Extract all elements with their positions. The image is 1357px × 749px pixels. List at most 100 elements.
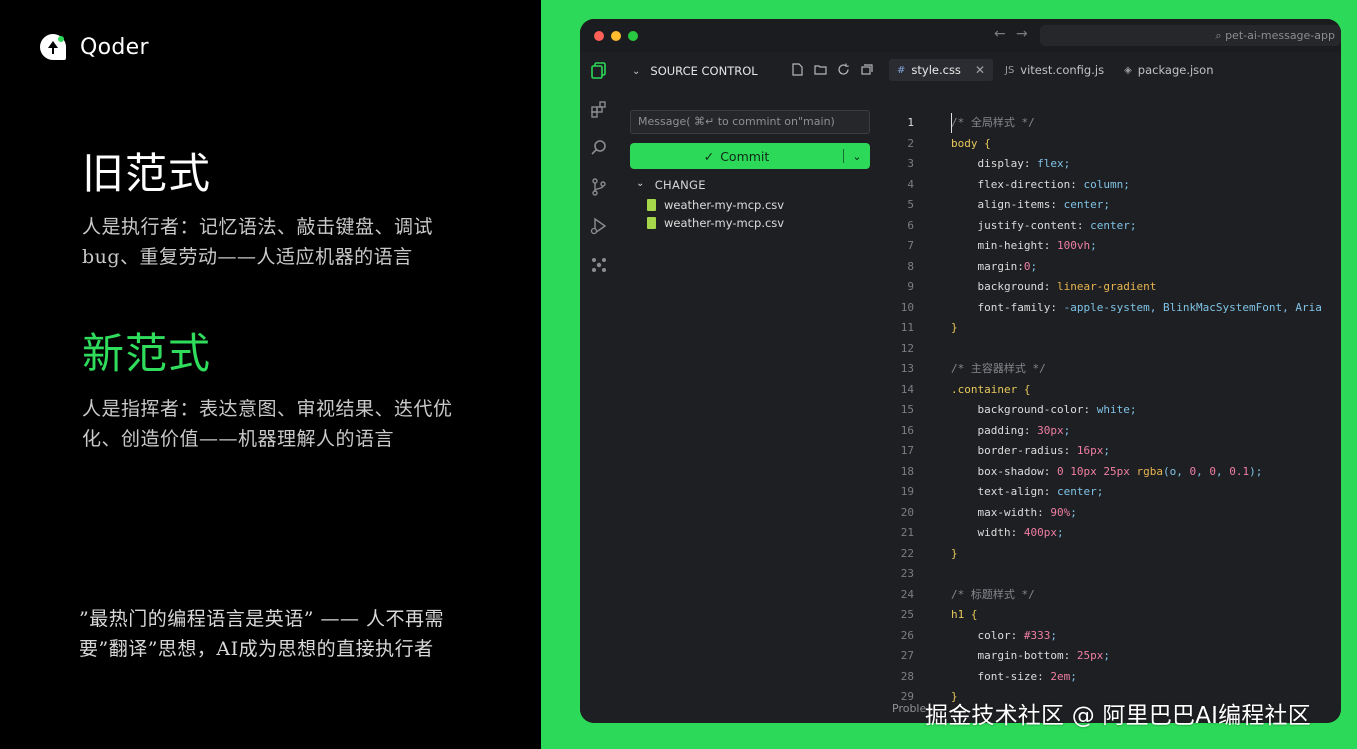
code-area[interactable]: 1/* 全局样式 */2 body {3 display: flex; 4 flex…	[880, 113, 1341, 713]
refresh-icon[interactable]	[836, 62, 851, 77]
code-text: text-align: center;	[977, 485, 1104, 498]
code-line[interactable]: 14 .container {	[880, 380, 1341, 401]
line-number: 24	[900, 587, 914, 601]
code-text: .container {	[951, 382, 1031, 396]
code-line[interactable]: 25 h1 {	[880, 605, 1341, 626]
brand-name: Qoder	[80, 34, 149, 60]
code-text: max-width: 90%;	[977, 505, 1077, 519]
line-number: 19	[900, 485, 914, 498]
source-control-actions	[790, 62, 874, 77]
qoder-logo-icon	[40, 34, 66, 60]
chevron-down-icon[interactable]: ⌄	[636, 178, 645, 192]
code-line[interactable]: 21 width: 400px;	[880, 523, 1341, 544]
close-tab-icon[interactable]: ✕	[975, 63, 985, 77]
title-bar: ← → ⌕ pet-ai-message-app	[580, 19, 1341, 52]
agent-network-icon[interactable]	[589, 255, 609, 275]
chevron-down-icon[interactable]: ⌄	[632, 66, 640, 77]
line-number: 25	[900, 608, 914, 621]
changes-header[interactable]: ⌄ CHANGE	[636, 178, 706, 192]
problems-label[interactable]: Proble	[892, 702, 926, 715]
code-line[interactable]: 15 background-color: white;	[880, 400, 1341, 421]
code-line[interactable]: 19 text-align: center;	[880, 482, 1341, 503]
line-number: 21	[900, 526, 914, 539]
code-line[interactable]: 11}	[880, 318, 1341, 339]
code-text: /* 标题样式 */	[951, 587, 1035, 601]
code-line[interactable]: 10 font-family: -apple-system, BlinkMacS…	[880, 298, 1341, 319]
minimize-window-button[interactable]	[611, 31, 621, 41]
run-debug-icon[interactable]	[589, 216, 609, 236]
code-text: }	[951, 321, 958, 334]
line-number: 12	[900, 341, 914, 355]
code-line[interactable]: 17 border-radius: 16px;	[880, 441, 1341, 462]
source-control-sidebar: ⌄ SOURCE CONTROL Message( ⌘↵ to commint …	[618, 52, 880, 723]
code-line[interactable]: 12	[880, 339, 1341, 360]
line-number: 26	[900, 628, 914, 642]
csv-file-icon	[647, 199, 656, 211]
code-line[interactable]: 1 /* 全局样式 */	[880, 113, 1341, 134]
code-line[interactable]: 26 color: #333;	[880, 626, 1341, 647]
back-arrow-icon[interactable]: ←	[994, 26, 1006, 42]
code-text: box-shadow: 0 10px 25px rgba(o, 0, 0, 0.…	[977, 464, 1263, 478]
code-text: display: flex;	[977, 157, 1071, 170]
source-control-files-icon[interactable]	[589, 60, 609, 80]
code-line[interactable]: 16 padding: 30px;	[880, 421, 1341, 442]
commit-main-action[interactable]: ✓ Commit	[630, 143, 843, 169]
tab-style-css[interactable]: # style.css ✕	[889, 59, 993, 81]
line-number: 28	[900, 669, 914, 683]
code-line[interactable]: 4 flex-direction: column;	[880, 175, 1341, 196]
code-line[interactable]: 3 display: flex;	[880, 154, 1341, 175]
tab-package-json[interactable]: ◈ package.json	[1116, 59, 1221, 81]
close-window-button[interactable]	[594, 31, 604, 41]
git-branch-icon[interactable]	[589, 177, 609, 197]
changes-title: CHANGE	[654, 178, 706, 192]
slide-left-panel: Qoder 旧范式 人是执行者：记忆语法、敲击键盘、调试bug、重复劳动——人适…	[0, 0, 541, 749]
text-caret	[951, 113, 952, 133]
command-search-input[interactable]: ⌕ pet-ai-message-app	[1040, 25, 1341, 46]
extensions-icon[interactable]	[589, 99, 609, 119]
commit-dropdown-chevron-icon[interactable]: ⌄	[844, 150, 870, 163]
search-icon[interactable]	[589, 138, 609, 158]
code-text: padding: 30px;	[977, 423, 1071, 437]
commit-message-input[interactable]: Message( ⌘↵ to commint on"main)	[630, 110, 870, 134]
code-line[interactable]: 20 max-width: 90%;	[880, 503, 1341, 524]
forward-arrow-icon[interactable]: →	[1016, 26, 1028, 42]
check-icon: ✓	[703, 148, 715, 164]
code-line[interactable]: 18 box-shadow: 0 10px 25px rgba(o, 0, 0,…	[880, 462, 1341, 483]
line-number: 11	[900, 321, 914, 334]
commit-button[interactable]: ✓ Commit ⌄	[630, 143, 870, 169]
line-number: 5	[907, 198, 914, 211]
code-line[interactable]: 2 body {	[880, 134, 1341, 155]
code-line[interactable]: 6 justify-content: center;	[880, 216, 1341, 237]
line-number: 18	[900, 464, 914, 478]
code-line[interactable]: 23	[880, 564, 1341, 585]
code-line[interactable]: 8 margin:0;	[880, 257, 1341, 278]
line-number: 8	[907, 259, 914, 273]
code-line[interactable]: 27 margin-bottom: 25px;	[880, 646, 1341, 667]
tab-label: vitest.config.js	[1020, 63, 1105, 77]
changed-file-item[interactable]: weather-my-mcp.csv	[647, 198, 784, 212]
line-number: 3	[907, 157, 914, 170]
activity-bar	[580, 52, 618, 723]
json-file-icon: ◈	[1124, 64, 1132, 76]
code-line[interactable]: 13 /* 主容器样式 */	[880, 359, 1341, 380]
new-folder-icon[interactable]	[813, 62, 828, 77]
code-line[interactable]: 5 align-items: center;	[880, 195, 1341, 216]
tab-vitest-config[interactable]: JS vitest.config.js	[997, 59, 1112, 81]
collapse-all-icon[interactable]	[859, 62, 874, 77]
code-line[interactable]: 24 /* 标题样式 */	[880, 585, 1341, 606]
line-number: 1	[907, 116, 914, 129]
code-line[interactable]: 28 font-size: 2em;	[880, 667, 1341, 688]
source-control-title: SOURCE CONTROL	[650, 64, 758, 78]
line-number: 2	[907, 136, 914, 150]
new-file-icon[interactable]	[790, 62, 805, 77]
maximize-window-button[interactable]	[628, 31, 638, 41]
code-text: font-size: 2em;	[977, 669, 1077, 683]
line-number: 22	[900, 546, 914, 560]
code-line[interactable]: 22}	[880, 544, 1341, 565]
code-text: margin-bottom: 25px;	[977, 649, 1110, 662]
changed-file-item[interactable]: weather-my-mcp.csv	[647, 216, 784, 230]
source-control-header[interactable]: ⌄ SOURCE CONTROL	[632, 64, 758, 78]
old-paradigm-description: 人是执行者：记忆语法、敲击键盘、调试bug、重复劳动——人适应机器的语言	[82, 216, 434, 268]
code-line[interactable]: 7 min-height: 100vh;	[880, 236, 1341, 257]
code-line[interactable]: 9 background: linear-gradient	[880, 277, 1341, 298]
